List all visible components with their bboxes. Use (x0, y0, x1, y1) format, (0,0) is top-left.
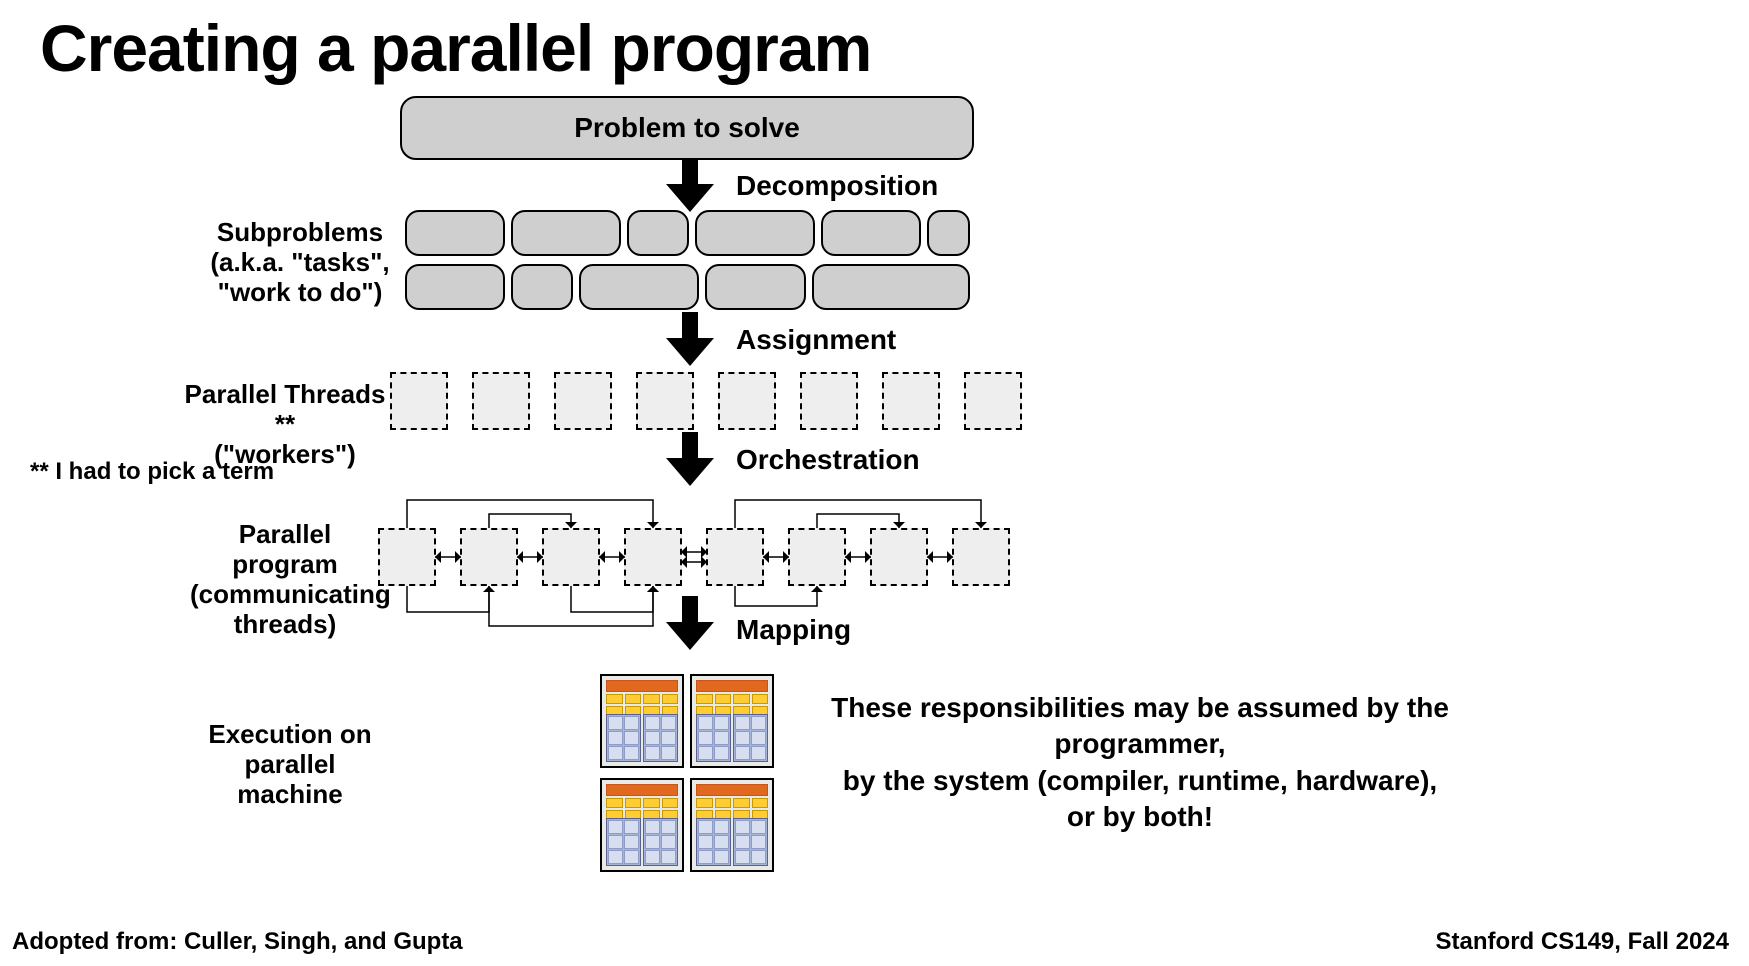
credit-right: Stanford CS149, Fall 2024 (1436, 928, 1729, 956)
task-box (511, 264, 573, 310)
comm-thread-box (706, 528, 764, 586)
task-box (821, 210, 921, 256)
processor-grid (600, 674, 770, 872)
label-program: Parallel program (communicating threads) (190, 520, 380, 640)
worker-box (554, 372, 612, 430)
task-box (927, 210, 970, 256)
worker-box (964, 372, 1022, 430)
comm-thread-box (542, 528, 600, 586)
stage-orchestration: Orchestration (736, 444, 920, 476)
arrow-orchestration (660, 432, 720, 486)
task-box (627, 210, 689, 256)
task-box (405, 210, 505, 256)
label-subproblems: Subproblems (a.k.a. "tasks", "work to do… (205, 218, 395, 308)
processor-icon (690, 778, 774, 872)
comm-thread-box (870, 528, 928, 586)
worker-box (472, 372, 530, 430)
label-execution: Execution on parallel machine (190, 720, 390, 810)
task-box (405, 264, 505, 310)
problem-box: Problem to solve (400, 96, 974, 160)
page-title: Creating a parallel program (40, 10, 871, 86)
task-box (812, 264, 970, 310)
comm-thread-box (624, 528, 682, 586)
worker-row (390, 372, 1022, 430)
worker-box (390, 372, 448, 430)
comm-thread-box (460, 528, 518, 586)
task-box (695, 210, 815, 256)
footnote: ** I had to pick a term (30, 458, 274, 486)
credit-left: Adopted from: Culler, Singh, and Gupta (12, 928, 463, 956)
stage-mapping: Mapping (736, 614, 851, 646)
comm-thread-box (378, 528, 436, 586)
arrow-decomposition (660, 158, 720, 212)
worker-box (718, 372, 776, 430)
worker-box (882, 372, 940, 430)
worker-box (800, 372, 858, 430)
stage-decomposition: Decomposition (736, 170, 938, 202)
arrow-assignment (660, 312, 720, 366)
arrow-mapping (660, 596, 720, 650)
task-box (511, 210, 621, 256)
task-box (705, 264, 805, 310)
processor-icon (690, 674, 774, 768)
comm-threads-row (378, 528, 1010, 586)
label-threads: Parallel Threads ** ("workers") (180, 380, 390, 470)
responsibility-note: These responsibilities may be assumed by… (830, 690, 1450, 836)
task-box (579, 264, 699, 310)
processor-icon (600, 778, 684, 872)
subproblem-tasks (405, 210, 970, 318)
comm-thread-box (788, 528, 846, 586)
comm-thread-box (952, 528, 1010, 586)
stage-assignment: Assignment (736, 324, 896, 356)
processor-icon (600, 674, 684, 768)
slide: Creating a parallel program Problem to s… (0, 0, 1749, 966)
problem-text: Problem to solve (574, 112, 800, 144)
worker-box (636, 372, 694, 430)
